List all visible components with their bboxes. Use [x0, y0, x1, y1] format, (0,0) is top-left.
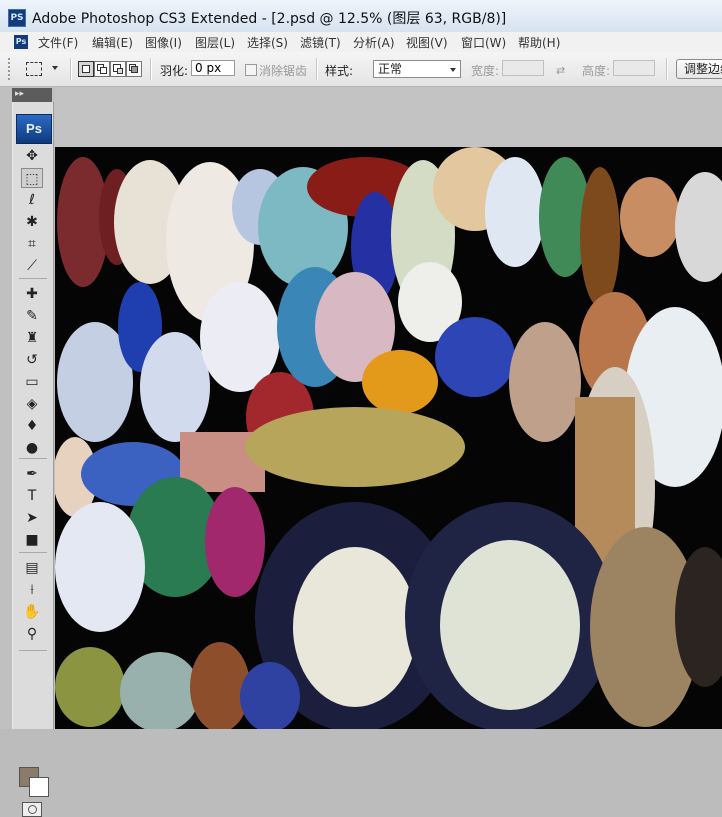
feather-input[interactable]: [191, 60, 235, 76]
clone-stamp-tool-icon[interactable]: ♜: [21, 328, 43, 348]
toolbox: Ps ✥ ⬚ ℓ ✱ ⌗ ⟋ ✚ ✎ ♜ ↺ ▭ ◈ ♦ ● ✒ T ➤ ■ ▤ ⟊ ✋ ⚲: [12, 102, 54, 817]
menu-file[interactable]: 文件(F): [38, 34, 78, 51]
window-title: Adobe Photoshop CS3 Extended - [2.psd @ …: [32, 11, 507, 27]
menu-analysis[interactable]: 分析(A): [353, 34, 395, 51]
separator: [316, 58, 318, 80]
intersect-selection-button[interactable]: [126, 61, 142, 77]
magic-wand-tool-icon[interactable]: ✱: [21, 212, 43, 232]
collapse-icon[interactable]: ▸▸: [15, 89, 24, 99]
menu-filter[interactable]: 滤镜(T): [300, 34, 341, 51]
antialias-label: 消除锯齿: [259, 64, 308, 78]
toolbox-header[interactable]: ▸▸: [12, 88, 52, 102]
refine-edge-button[interactable]: 调整边缘...: [676, 59, 722, 79]
move-tool-icon[interactable]: ✥: [21, 146, 43, 166]
document-icon[interactable]: Ps: [14, 35, 28, 49]
menu-select[interactable]: 选择(S): [247, 34, 288, 51]
type-tool-icon[interactable]: T: [21, 486, 43, 506]
menu-bar: Ps 文件(F) 编辑(E) 图像(I) 图层(L) 选择(S) 滤镜(T) 分…: [0, 32, 722, 53]
menu-layer[interactable]: 图层(L): [195, 34, 235, 51]
menu-help[interactable]: 帮助(H): [518, 34, 560, 51]
brush-tool-icon[interactable]: ✎: [21, 306, 43, 326]
height-input[interactable]: [613, 60, 655, 76]
porcelain-collage-image: [55, 147, 722, 729]
photoshop-logo[interactable]: Ps: [16, 114, 52, 144]
healing-brush-tool-icon[interactable]: ✚: [21, 284, 43, 304]
pen-tool-icon[interactable]: ✒: [21, 464, 43, 484]
style-select-value: 正常: [378, 62, 403, 76]
add-to-selection-button[interactable]: [94, 61, 110, 77]
subtract-selection-button[interactable]: [110, 61, 126, 77]
width-input[interactable]: [502, 60, 544, 76]
menu-view[interactable]: 视图(V): [406, 34, 448, 51]
toolbox-separator: [19, 552, 47, 553]
separator: [150, 58, 152, 80]
height-label: 高度:: [582, 64, 611, 78]
menu-window[interactable]: 窗口(W): [461, 34, 506, 51]
menu-image[interactable]: 图像(I): [145, 34, 182, 51]
tool-preset-marquee-icon[interactable]: [26, 62, 42, 76]
notes-tool-icon[interactable]: ▤: [21, 558, 43, 578]
history-brush-tool-icon[interactable]: ↺: [21, 350, 43, 370]
width-label: 宽度:: [471, 64, 500, 78]
blur-tool-icon[interactable]: ♦: [21, 416, 43, 436]
separator: [666, 58, 668, 80]
crop-tool-icon[interactable]: ⌗: [21, 234, 43, 254]
antialias-checkbox[interactable]: [245, 64, 257, 76]
feather-label: 羽化:: [160, 64, 189, 78]
hand-tool-icon[interactable]: ✋: [21, 602, 43, 622]
app-icon[interactable]: PS: [8, 9, 26, 27]
paint-bucket-tool-icon[interactable]: ◈: [21, 394, 43, 414]
menu-edit[interactable]: 编辑(E): [92, 34, 133, 51]
canvas-pasteboard: [55, 87, 722, 147]
separator: [70, 58, 72, 80]
eraser-tool-icon[interactable]: ▭: [21, 372, 43, 392]
dodge-tool-icon[interactable]: ●: [21, 438, 43, 458]
zoom-tool-icon[interactable]: ⚲: [21, 624, 43, 644]
swap-icon[interactable]: ⇄: [556, 64, 565, 77]
path-select-tool-icon[interactable]: ➤: [21, 508, 43, 528]
toolbox-separator: [19, 458, 47, 459]
tool-preset-dropdown-icon[interactable]: [52, 66, 58, 70]
lasso-tool-icon[interactable]: ℓ: [21, 190, 43, 210]
slice-tool-icon[interactable]: ⟋: [21, 256, 43, 276]
document-canvas[interactable]: [55, 147, 722, 729]
options-grip[interactable]: [8, 58, 14, 80]
eyedropper-tool-icon[interactable]: ⟊: [21, 580, 43, 600]
style-select[interactable]: 正常: [373, 60, 461, 78]
options-bar: 羽化: 消除锯齿 样式: 正常 宽度: ⇄ 高度: 调整边缘...: [0, 52, 722, 87]
toolbox-separator: [19, 278, 47, 279]
chevron-down-icon: [450, 68, 456, 72]
new-selection-button[interactable]: [78, 61, 94, 77]
rect-marquee-tool-icon[interactable]: ⬚: [21, 168, 43, 188]
background-color-swatch[interactable]: [29, 777, 49, 797]
shape-tool-icon[interactable]: ■: [21, 530, 43, 550]
toolbox-separator: [19, 650, 47, 651]
quick-mask-button[interactable]: [22, 802, 42, 817]
style-label: 样式:: [325, 64, 354, 78]
title-bar: PS Adobe Photoshop CS3 Extended - [2.psd…: [0, 0, 722, 33]
